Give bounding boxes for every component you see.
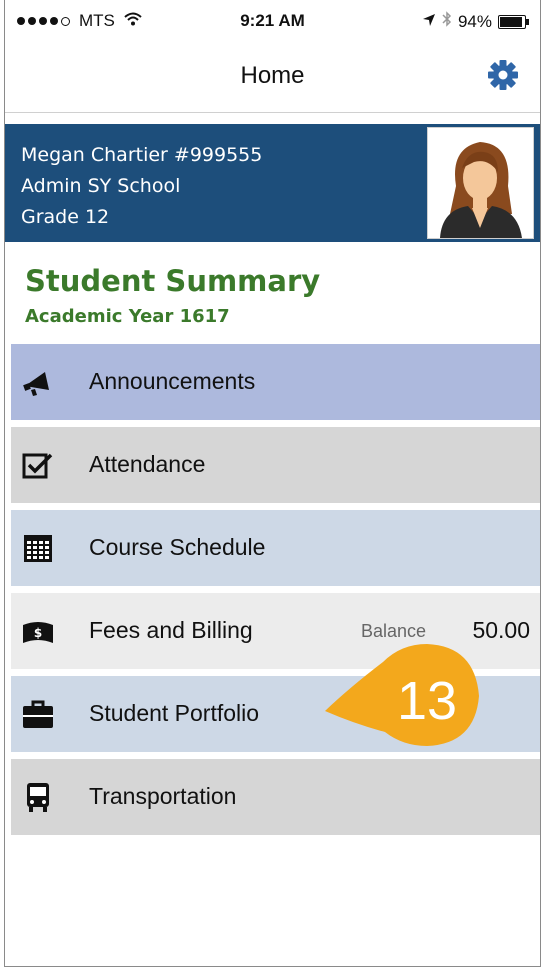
menu-item-label: Attendance [89,451,206,477]
page-title: Home [240,62,305,89]
academic-year: Academic Year 1617 [25,306,230,327]
summary-title: Student Summary [25,264,321,298]
menu-item-label: Course Schedule [89,534,266,560]
student-info: Megan Chartier #999555 Admin SY School G… [21,140,262,233]
navigation-bar: Home [5,44,540,113]
menu-item-label: Student Portfolio [89,700,260,726]
bluetooth-icon [442,11,452,32]
status-right: 94% [422,11,529,32]
student-grade: Grade 12 [21,206,110,228]
student-name: Megan Chartier #999555 [21,144,263,166]
student-profile-header[interactable]: Megan Chartier #999555 Admin SY School G… [5,124,540,242]
menu-item-attendance[interactable]: Attendance [11,427,540,503]
location-arrow-icon [422,12,436,32]
gear-icon[interactable] [486,58,520,92]
calendar-icon [21,532,55,564]
menu-item-course-schedule[interactable]: Course Schedule [11,510,540,586]
bus-icon [21,781,55,813]
menu-item-label: Fees and Billing [89,617,253,643]
menu-item-transportation[interactable]: Transportation [11,759,540,835]
menu-item-label: Transportation [89,783,237,809]
briefcase-icon [21,698,55,730]
balance-label: Balance [360,621,426,641]
school-name: Admin SY School [21,175,181,197]
money-icon: $ [21,615,55,647]
svg-text:$: $ [34,626,42,640]
megaphone-icon [21,366,55,398]
battery-percent: 94% [457,11,492,31]
menu-item-label: Announcements [89,368,256,394]
avatar [427,127,534,239]
status-bar: MTS 9:21 AM 94% [5,0,540,44]
callout-number: 13 [396,671,458,731]
battery-icon [498,14,529,29]
phone-frame: MTS 9:21 AM 94% Home Megan Chartier #999… [4,0,541,967]
checkbox-icon [21,449,55,481]
menu-item-announcements[interactable]: Announcements [11,344,540,420]
